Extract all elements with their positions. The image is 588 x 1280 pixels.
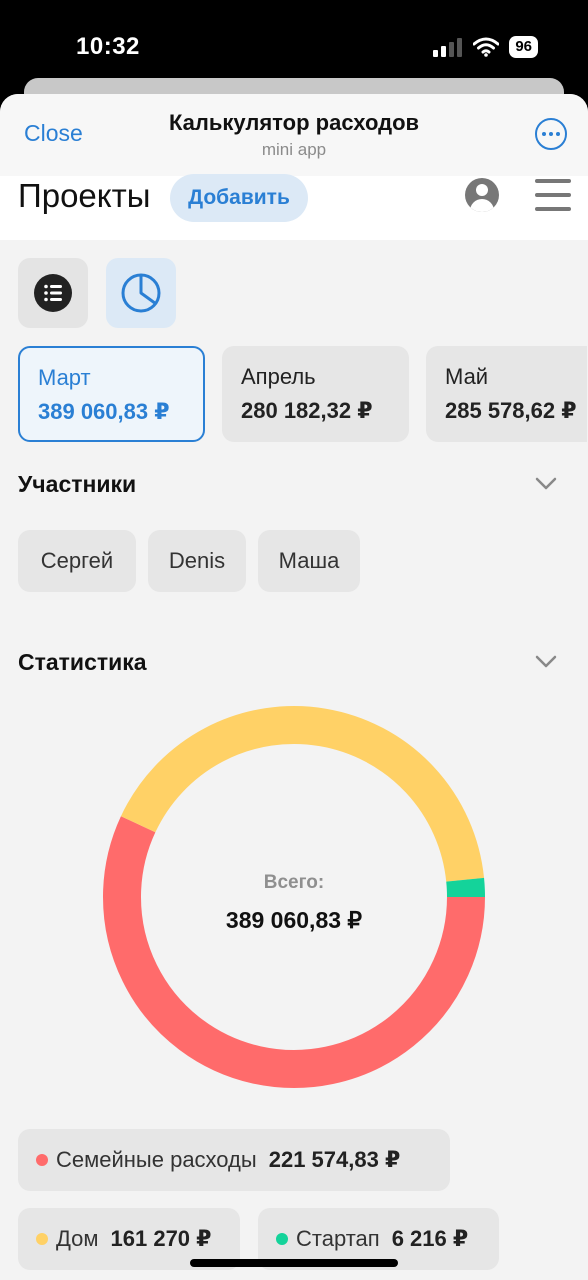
donut-segment — [446, 877, 485, 898]
cellular-signal-icon — [433, 38, 463, 57]
donut-segment — [103, 816, 485, 1088]
list-view-button[interactable] — [18, 258, 88, 328]
legend-dot — [36, 1233, 48, 1245]
month-total: 285 578,62 ₽ — [445, 398, 577, 423]
chevron-down-icon[interactable] — [535, 650, 557, 672]
chevron-down-icon[interactable] — [535, 472, 557, 494]
month-card[interactable]: Май 285 578,62 ₽ — [426, 346, 587, 442]
month-name: Апрель — [241, 364, 316, 389]
more-dot-icon — [549, 132, 553, 136]
legend-name: Семейные расходы — [56, 1147, 257, 1172]
legend-dot — [276, 1233, 288, 1245]
legend-value: 6 216 ₽ — [391, 1226, 469, 1251]
month-name: Май — [445, 364, 489, 389]
legend-dot — [36, 1154, 48, 1166]
projects-bar: Проекты Добавить — [0, 174, 588, 240]
participants-title: Участники — [18, 471, 137, 497]
more-options-button[interactable] — [535, 118, 567, 150]
donut-segment — [120, 706, 485, 882]
chart-view-button[interactable] — [106, 258, 176, 328]
status-icons: 96 — [433, 36, 538, 58]
legend-item[interactable]: Семейные расходы 221 574,83 ₽ — [18, 1129, 450, 1191]
month-total: 389 060,83 ₽ — [38, 399, 170, 424]
mini-app-sheet: Close Калькулятор расходов mini app Прое… — [0, 94, 588, 1280]
month-name: Март — [38, 365, 91, 390]
hamburger-menu-icon[interactable] — [535, 179, 571, 211]
home-indicator — [190, 1259, 398, 1267]
pie-chart-icon — [121, 273, 161, 313]
wifi-icon — [473, 37, 500, 57]
participant-chip[interactable]: Сергей — [18, 530, 136, 592]
participant-chip[interactable]: Denis — [148, 530, 246, 592]
page-title: Проекты — [18, 177, 151, 214]
app-title: Калькулятор расходов — [168, 110, 420, 135]
add-button[interactable]: Добавить — [170, 174, 308, 222]
donut-total-label: Всего: — [264, 872, 324, 893]
legend-name: Дом — [56, 1226, 99, 1251]
donut-total-value: 389 060,83 ₽ — [226, 907, 363, 933]
status-bar: 10:32 96 — [0, 0, 588, 80]
legend-name: Стартап — [296, 1226, 380, 1251]
month-card[interactable]: Апрель 280 182,32 ₽ — [222, 346, 409, 442]
more-dot-icon — [556, 132, 560, 136]
month-card[interactable]: Март 389 060,83 ₽ — [18, 346, 205, 442]
month-total: 280 182,32 ₽ — [241, 398, 373, 423]
more-dot-icon — [542, 132, 546, 136]
mini-app-header: Close Калькулятор расходов mini app — [0, 94, 588, 177]
legend-value: 161 270 ₽ — [110, 1226, 212, 1251]
app-subtitle: mini app — [261, 140, 327, 159]
participant-chip[interactable]: Маша — [258, 530, 360, 592]
statistics-title: Статистика — [18, 649, 147, 675]
battery-indicator: 96 — [509, 36, 538, 58]
list-icon — [34, 274, 72, 312]
months-row: Март 389 060,83 ₽ Апрель 280 182,32 ₽ Ма… — [18, 346, 587, 442]
profile-avatar-icon[interactable] — [465, 178, 499, 212]
status-time: 10:32 — [76, 33, 140, 60]
expenses-donut-chart: Всего: 389 060,83 ₽ — [103, 706, 485, 1088]
legend-value: 221 574,83 ₽ — [268, 1147, 401, 1172]
